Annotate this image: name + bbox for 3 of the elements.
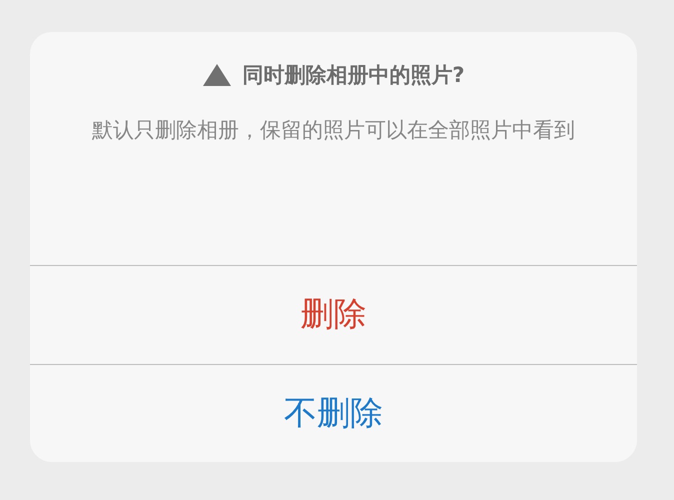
dialog-title: 同时删除相册中的照片? bbox=[242, 62, 465, 89]
dialog-message: 默认只删除相册，保留的照片可以在全部照片中看到 bbox=[91, 117, 576, 144]
warning-icon bbox=[202, 63, 232, 87]
